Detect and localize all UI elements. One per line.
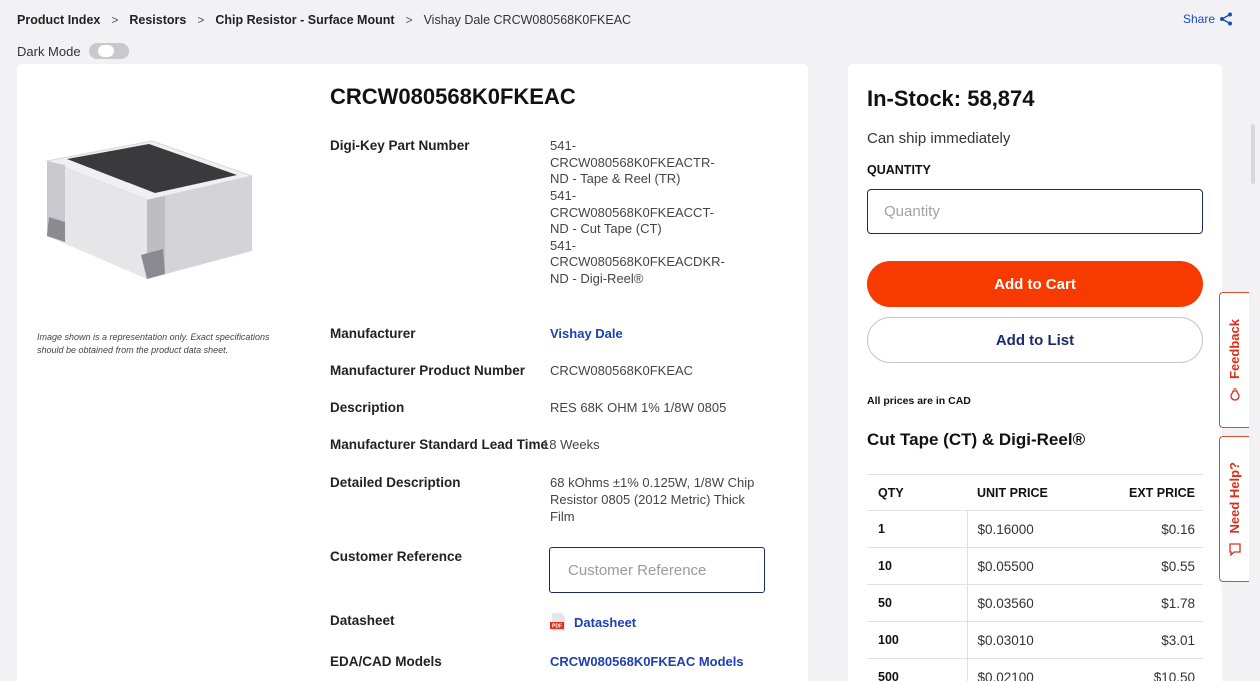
chevron-right-icon: > — [111, 13, 119, 27]
price-ext: $0.55 — [1092, 547, 1203, 585]
chat-icon — [1228, 543, 1241, 556]
spec-label: Manufacturer Product Number — [330, 363, 526, 378]
datasheet-link-label: Datasheet — [574, 615, 637, 630]
dark-mode-control: Dark Mode — [17, 43, 129, 59]
digikey-part-line: 541- — [550, 237, 577, 253]
breadcrumb-current: Vishay Dale CRCW080568K0FKEAC — [423, 13, 632, 27]
breadcrumb-resistors[interactable]: Resistors — [129, 13, 186, 27]
feedback-tab[interactable]: Feedback — [1219, 292, 1249, 428]
currency-note: All prices are in CAD — [867, 395, 971, 407]
digikey-part-line: 541- — [550, 138, 577, 153]
pdf-icon: PDF — [550, 613, 565, 631]
price-ext: $0.16 — [1092, 510, 1203, 548]
feedback-label: Feedback — [1227, 319, 1242, 379]
spec-value: RES 68K OHM 1% 1/8W 0805 — [550, 400, 727, 415]
quantity-label: QUANTITY — [867, 163, 931, 177]
spec-label: Datasheet — [330, 613, 395, 628]
dark-mode-toggle[interactable] — [88, 43, 129, 59]
price-row: 500 $0.02100 $10.50 — [867, 658, 1203, 681]
price-qty: 50 — [867, 584, 967, 622]
spec-label: Manufacturer — [330, 326, 416, 341]
breadcrumb-chip-resistor[interactable]: Chip Resistor - Surface Mount — [215, 13, 394, 27]
spec-value: 18 Weeks — [542, 437, 600, 452]
price-qty: 10 — [867, 547, 967, 585]
price-unit: $0.16000 — [966, 510, 1092, 548]
datasheet-link[interactable]: PDF Datasheet — [550, 613, 755, 632]
image-disclaimer: Image shown is a representation only. Ex… — [37, 332, 270, 355]
chevron-right-icon: > — [405, 13, 413, 27]
price-qty: 100 — [867, 621, 967, 659]
price-ext: $1.78 — [1092, 584, 1203, 622]
spec-label: Manufacturer Standard Lead Time — [330, 437, 549, 452]
price-unit: $0.03010 — [966, 621, 1092, 659]
purchase-card: In-Stock: 58,874 Can ship immediately QU… — [848, 64, 1222, 681]
pdf-icon-text: PDF — [552, 624, 562, 630]
header-unit-price: UNIT PRICE — [967, 474, 1092, 511]
price-qty: 1 — [867, 510, 967, 548]
share-icon — [1220, 12, 1233, 26]
manufacturer-link[interactable]: Vishay Dale — [550, 326, 755, 343]
chevron-right-icon: > — [197, 13, 205, 27]
spec-label: EDA/CAD Models — [330, 654, 442, 669]
price-qty: 500 — [867, 658, 967, 681]
breadcrumb: Product Index > Resistors > Chip Resisto… — [17, 13, 631, 27]
price-unit: $0.03560 — [966, 584, 1092, 622]
digikey-part-line: 541- — [550, 187, 577, 203]
price-table-header: QTY UNIT PRICE EXT PRICE — [867, 474, 1203, 511]
add-to-cart-button[interactable]: Add to Cart — [867, 261, 1203, 307]
header-qty: QTY — [867, 474, 967, 511]
share-button[interactable]: Share — [1183, 12, 1233, 26]
package-title: Cut Tape (CT) & Digi-Reel® — [867, 430, 1086, 449]
header-ext-price: EXT PRICE — [1092, 474, 1203, 511]
share-label: Share — [1183, 12, 1216, 26]
product-details-card: Image shown is a representation only. Ex… — [17, 64, 808, 681]
digikey-part-line: CRCW080568K0FKEACDKR- — [550, 254, 725, 270]
product-title: CRCW080568K0FKEAC — [330, 84, 576, 109]
price-row: 50 $0.03560 $1.78 — [867, 584, 1203, 622]
digikey-part-line: CRCW080568K0FKEACTR- — [550, 154, 715, 170]
digikey-part-line: ND - Cut Tape (CT) — [550, 221, 662, 237]
digikey-part-line: CRCW080568K0FKEACCT- — [550, 204, 714, 220]
quantity-input[interactable] — [867, 189, 1203, 234]
customer-reference-input[interactable] — [549, 547, 765, 593]
price-row: 1 $0.16000 $0.16 — [867, 510, 1203, 548]
spec-label: Description — [330, 400, 405, 415]
stock-quantity: In-Stock: 58,874 — [867, 86, 1035, 111]
product-image — [37, 84, 267, 324]
spec-value: CRCW080568K0FKEAC — [550, 363, 694, 378]
price-unit: $0.05500 — [966, 547, 1092, 585]
dark-mode-label: Dark Mode — [17, 43, 81, 59]
digikey-part-line: ND - Digi-Reel® — [550, 271, 644, 286]
digikey-part-line: ND - Tape & Reel (TR) — [550, 171, 681, 187]
spec-value: 68 kOhms ±1% 0.125W, 1/8W Chip Resistor … — [550, 475, 755, 524]
lightbulb-icon — [1229, 388, 1240, 401]
price-unit: $0.02100 — [966, 658, 1092, 681]
need-help-tab[interactable]: Need Help? — [1219, 436, 1249, 582]
price-ext: $10.50 — [1092, 658, 1203, 681]
spec-value: 541- CRCW080568K0FKEACTR- ND - Tape & Re… — [550, 138, 755, 288]
ship-status: Can ship immediately — [867, 130, 1011, 147]
eda-models-link[interactable]: CRCW080568K0FKEAC Models — [550, 654, 810, 671]
spec-label: Detailed Description — [330, 475, 461, 490]
need-help-label: Need Help? — [1227, 462, 1242, 534]
price-row: 10 $0.05500 $0.55 — [867, 547, 1203, 585]
price-ext: $3.01 — [1092, 621, 1203, 659]
spec-label: Digi-Key Part Number — [330, 138, 470, 153]
breadcrumb-product-index[interactable]: Product Index — [17, 13, 100, 27]
page-scrollbar[interactable] — [1251, 124, 1255, 184]
add-to-list-button[interactable]: Add to List — [867, 317, 1203, 363]
price-row: 100 $0.03010 $3.01 — [867, 621, 1203, 659]
price-table: QTY UNIT PRICE EXT PRICE 1 $0.16000 $0.1… — [867, 474, 1203, 681]
spec-label: Customer Reference — [330, 549, 463, 564]
